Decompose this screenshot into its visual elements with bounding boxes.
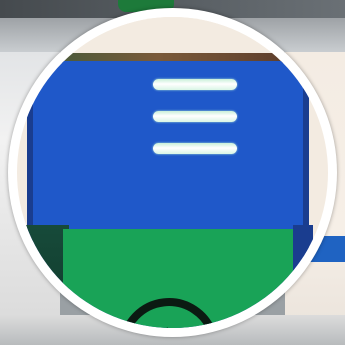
hamburger-menu-button[interactable]	[145, 69, 243, 165]
screen	[0, 0, 345, 345]
refresh-icon[interactable]	[109, 275, 229, 328]
panel-right-edge	[293, 225, 313, 328]
magnified-view	[17, 17, 328, 328]
hamburger-menu-icon	[153, 79, 237, 90]
hamburger-menu-icon-line	[153, 143, 237, 154]
dark-edge	[17, 225, 69, 328]
magnifier-lens	[8, 8, 337, 337]
hamburger-menu-icon-line	[153, 111, 237, 122]
magnified-topbar	[17, 17, 328, 57]
